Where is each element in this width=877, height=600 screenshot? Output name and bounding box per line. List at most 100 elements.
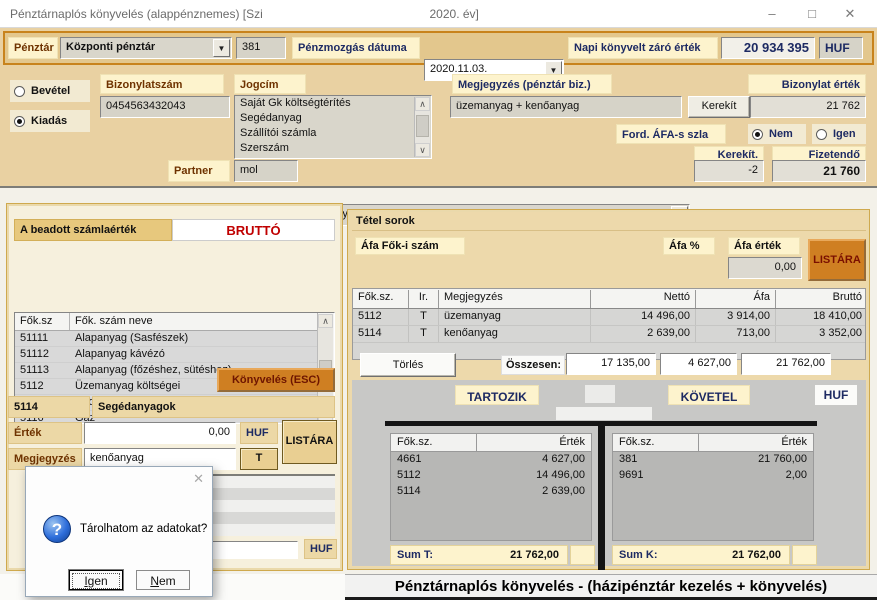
osszesen-afa: 4 627,00 [660,353,737,375]
debit-row[interactable]: 5112 14 496,00 [391,468,591,484]
tetel-col-afa[interactable]: Áfa [696,290,776,308]
afa-ertek-field[interactable]: 0,00 [728,257,802,279]
konyveles-button[interactable]: Könyvelés (ESC) [217,368,335,392]
close-icon[interactable]: ✕ [835,6,865,22]
radio-kiadas[interactable]: Kiadás [10,110,90,132]
tetel-col-brutto[interactable]: Bruttó [776,290,866,308]
scroll-down-icon[interactable]: ∨ [415,143,430,157]
bizonylat-ertek-label: Bizonylat érték [748,74,866,94]
center-box [585,385,615,403]
debit-col-code[interactable]: Fők.sz. [391,434,476,451]
debit-table[interactable]: Fők.sz. Érték 4661 4 627,00 5112 14 496,… [390,433,592,541]
jogcim-list-item[interactable]: Segédanyag [235,111,414,126]
radio-icon[interactable] [14,86,25,97]
credit-row[interactable]: 381 21 760,00 [613,452,813,468]
radio-selected-icon[interactable] [752,129,763,140]
no-button[interactable]: Nem [136,570,190,590]
ford-afa-label: Ford. ÁFA-s szla [616,124,726,144]
tetel-row[interactable]: 5114 T kenőanyag 2 639,00 713,00 3 352,0… [353,326,865,343]
debit-row[interactable]: 5114 2 639,00 [391,484,591,500]
credit-col-value[interactable]: Érték [698,434,813,451]
radio-ford-igen[interactable]: Igen [812,124,866,144]
account-number-field[interactable]: 381 [236,37,286,59]
jogcim-label: Jogcím [234,74,306,94]
scroll-thumb[interactable] [416,115,429,137]
fizetendo-value: 21 760 [772,160,866,182]
tetel-col-note[interactable]: Megjegyzés [439,290,591,308]
kerekit-button[interactable]: Kerekít [688,96,750,118]
listara-left-button[interactable]: LISTÁRA [282,420,337,464]
radio-bevetel[interactable]: Bevétel [10,80,90,102]
accounts-col-name[interactable]: Fők. szám neve [70,313,318,330]
tetel-row[interactable]: 5112 T üzemanyag 14 496,00 3 914,00 18 4… [353,309,865,326]
yes-button[interactable]: Igen [69,570,123,590]
center-box-small [556,407,652,420]
bizonylat-ertek-value: 21 762 [750,96,866,118]
dialog-message: Tárolhatom az adatokat? [80,523,207,535]
radio-kiadas-label: Kiadás [31,115,67,127]
no-button-label: Nem [139,573,187,589]
tetel-table[interactable]: Fők.sz. Ir. Megjegyzés Nettó Áfa Bruttó … [352,288,866,360]
afa-ertek-label: Áfa érték [728,237,800,255]
confirm-dialog: ✕ ? Tárolhatom az adatokat? Igen Nem [25,466,213,597]
jogcim-list-item[interactable]: Szerszám [235,141,414,156]
jogcim-scrollbar[interactable]: ∧ ∨ [414,97,430,157]
bizonylatszam-label: Bizonylatszám [100,74,224,94]
radio-selected-icon[interactable] [14,116,25,127]
closing-value-label: Napi könyvelt záró érték [568,37,718,59]
partner-label: Partner [168,160,230,182]
listara-right-button[interactable]: LISTÁRA [808,239,866,281]
selected-account-code: 5114 [8,396,90,418]
osszesen-brutto: 21 762,00 [741,353,831,375]
account-row[interactable]: 51111 Alapanyag (Sasfészek) [15,331,318,347]
megjegyzes-penztar-field[interactable]: üzemanyag + kenőanyag [450,96,682,118]
partner-code-field[interactable]: mol [234,160,298,182]
scroll-up-icon[interactable]: ∧ [415,97,430,111]
tetel-col-ir[interactable]: Ir. [409,290,439,308]
radio-ford-nem[interactable]: Nem [748,124,806,144]
tetel-col-code[interactable]: Fők.sz. [353,290,409,308]
groupbox-line [352,230,866,231]
tartozik-label: TARTOZIK [455,385,539,405]
accounts-col-code[interactable]: Fők.sz [15,313,70,330]
taccount-vertical-bar [598,421,605,570]
maximize-icon[interactable]: □ [797,6,827,22]
date-label: Pénzmozgás dátuma [292,37,420,59]
jogcim-list-item[interactable]: Szállítói számla [235,126,414,141]
taccount-huf-label: HUF [815,385,857,405]
window-title: Pénztárnaplós könyvelés (alappénznemes) … [10,7,479,21]
sum-t-spacer [570,545,595,565]
sum-k-value: 21 762,00 [732,549,781,561]
chevron-down-icon[interactable]: ▼ [213,39,230,57]
dialog-close-icon[interactable]: ✕ [193,471,204,487]
tetel-sorok-label: Tétel sorok [356,215,415,227]
scroll-up-icon[interactable]: ∧ [318,314,333,328]
jogcim-list-item[interactable]: Saját Gk költségtérítés [235,96,414,111]
credit-row[interactable]: 9691 2,00 [613,468,813,484]
currency-label: HUF [819,37,863,59]
footer-caption: Pénztárnaplós könyvelés - (házipénztár k… [345,574,877,600]
credit-col-code[interactable]: Fők.sz. [613,434,698,451]
app-window: Pénztárnaplós könyvelés (alappénznemes) … [0,0,877,600]
debit-row[interactable]: 4661 4 627,00 [391,452,591,468]
radio-igen-label: Igen [833,128,856,140]
account-row[interactable]: 51112 Alapanyag kávézó [15,347,318,363]
t-button[interactable]: T [240,448,278,470]
sum-k-spacer [792,545,817,565]
credit-table[interactable]: Fők.sz. Érték 381 21 760,00 9691 2,00 [612,433,814,541]
sum-k-label: Sum K: [619,549,658,561]
penztar-selected-value: Központi pénztár [66,41,155,53]
brutto-mode-label: BRUTTÓ [172,219,335,241]
debit-col-value[interactable]: Érték [476,434,591,451]
bizonylatszam-field[interactable]: 0454563432043 [100,96,230,118]
radio-icon[interactable] [816,129,827,140]
jogcim-listbox[interactable]: Saját Gk költségtérítésSegédanyagSzállít… [234,95,432,159]
afa-foki-label: Áfa Fők-i szám [355,237,465,255]
tetel-col-netto[interactable]: Nettó [591,290,696,308]
kerekit-value: -2 [694,160,764,182]
torles-button[interactable]: Törlés [360,353,456,377]
ertek-input[interactable]: 0,00 [84,422,236,444]
penztar-select[interactable]: Központi pénztár ▼ [60,37,232,59]
title-bar: Pénztárnaplós könyvelés (alappénznemes) … [0,0,877,28]
minimize-icon[interactable]: – [757,6,787,22]
